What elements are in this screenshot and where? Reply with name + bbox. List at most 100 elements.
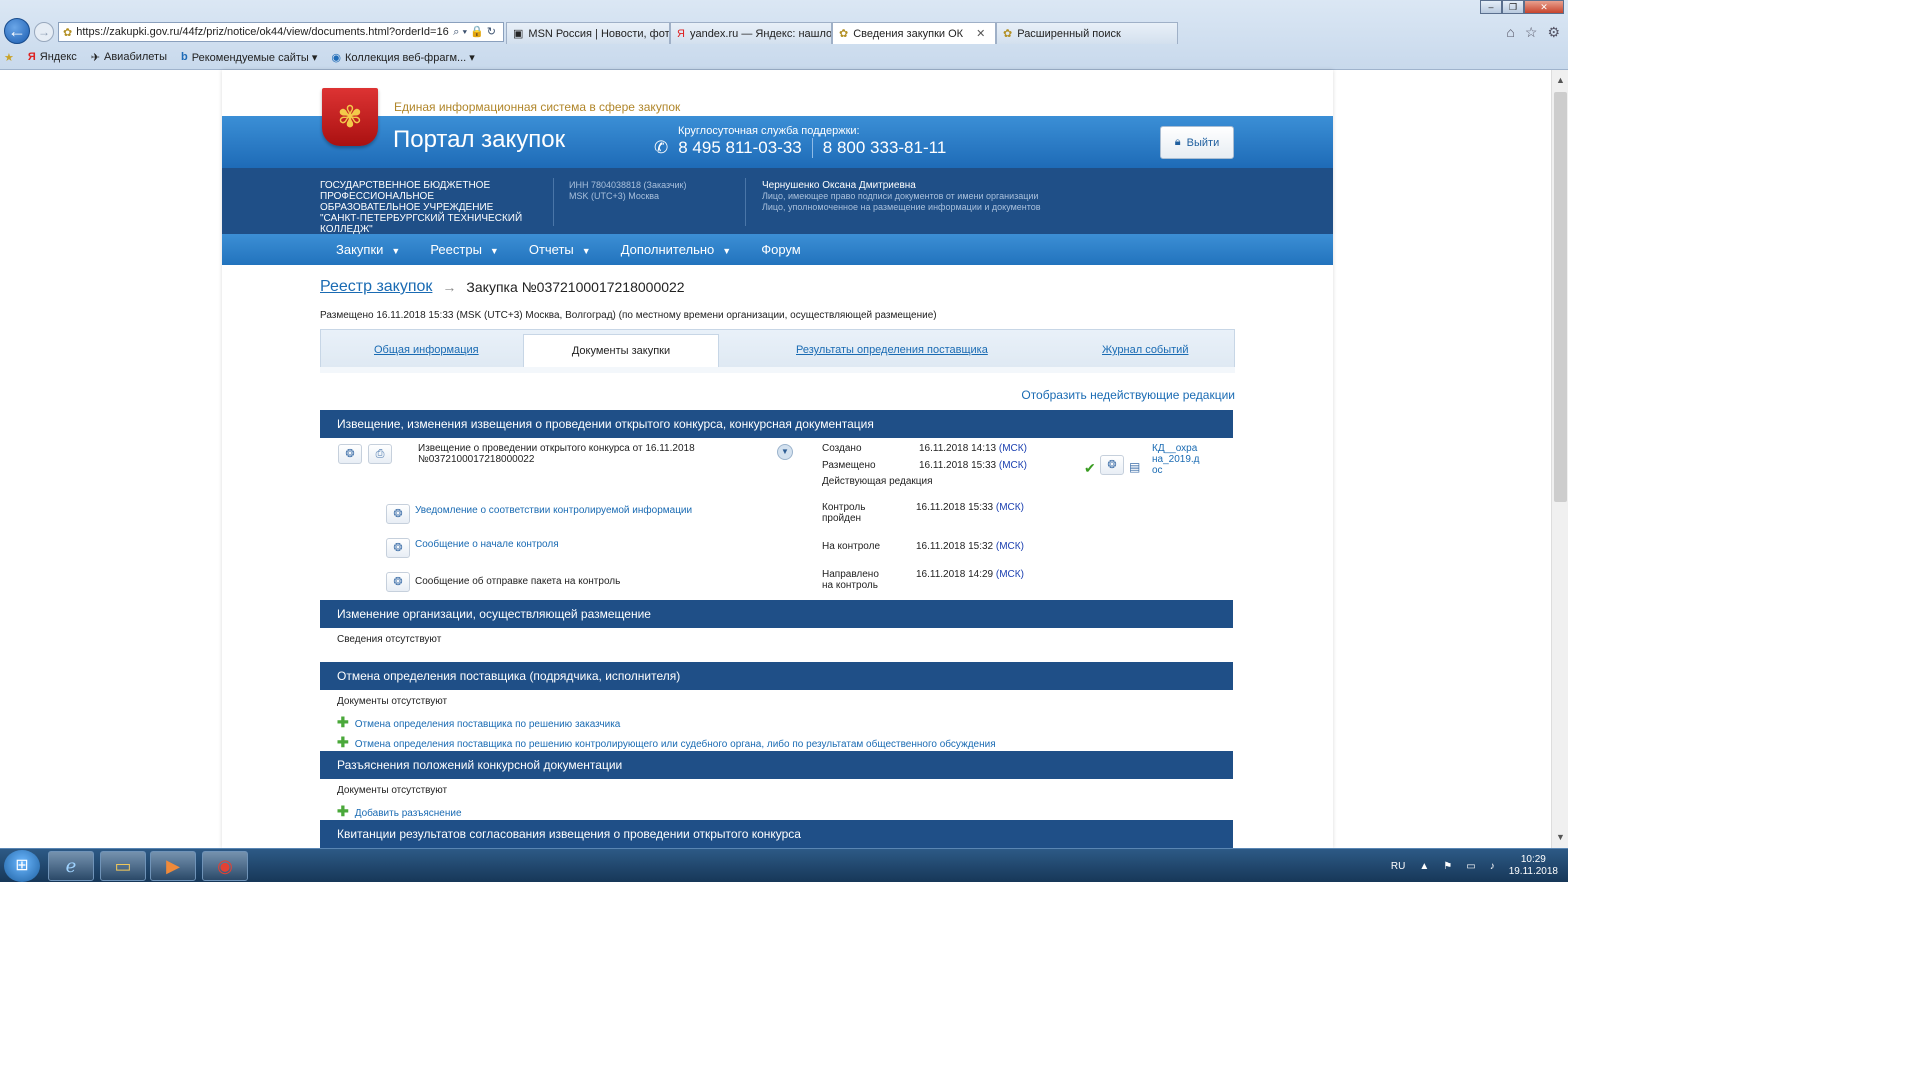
arrow-right-icon: → — [442, 279, 457, 295]
tz-msk: (МСК) — [998, 443, 1027, 454]
fav-yandex[interactable]: Я Яндекс — [28, 51, 77, 63]
link-label: Добавить разъяснение — [354, 808, 462, 819]
content-tabs: Общая информация Документы закупки Резул… — [320, 329, 1235, 369]
control-label-1: Контроль — [822, 502, 866, 513]
tab-title: MSN Россия | Новости, фото,... — [528, 27, 670, 40]
nav-forum[interactable]: Форум — [761, 242, 801, 257]
fav-recommended[interactable]: b Рекомендуемые сайты ▾ — [181, 51, 317, 64]
posted-info: Размещено 16.11.2018 15:33 (MSK (UTC+3) … — [320, 310, 937, 321]
tab-msn[interactable]: ▣ MSN Россия | Новости, фото,... — [506, 22, 670, 44]
nav-additional[interactable]: Дополнительно ▼ — [621, 242, 732, 257]
tab-yandex[interactable]: Яyandex.ru — Яндекс: нашлось... — [670, 22, 832, 44]
link-label: Отмена определения поставщика по решению… — [354, 719, 621, 730]
start-button[interactable]: ⊞ — [4, 850, 40, 882]
phones: ✆ 8 495 811-03-33 8 800 333-81-11 — [654, 138, 946, 158]
file-link[interactable]: КД__охра на_2019.д ос — [1152, 443, 1200, 476]
chrome-taskbar-icon[interactable]: ◉ — [202, 851, 248, 881]
control-label-1: Направлено — [822, 569, 879, 580]
maximize-button[interactable]: ❐ — [1502, 0, 1524, 14]
nav-label: Форум — [761, 242, 801, 257]
fav-avia[interactable]: ✈ Авиабилеты — [91, 51, 167, 64]
clock[interactable]: 10:29 19.11.2018 — [1509, 854, 1558, 878]
ie-taskbar-icon[interactable]: ℯ — [48, 851, 94, 881]
favorites-bar: ★ Я Яндекс ✈ Авиабилеты b Рекомендуемые сай… — [0, 46, 1568, 68]
tz-msk: (МСК) — [995, 541, 1024, 552]
taskbar: ⊞ ℯ ▭ ▶ ◉ RU ▲ ⚑ ▭ ♪ 10:29 19.11.2018 — [0, 848, 1568, 882]
window-controls: ‒ ❐ ✕ — [1480, 0, 1564, 14]
address-tools[interactable]: ⌕▾🔒↻ — [449, 25, 503, 39]
gear-icon[interactable]: ⚙ — [1547, 24, 1560, 41]
plane-icon: ✈ — [90, 51, 100, 64]
control-start-link[interactable]: Сообщение о начале контроля — [415, 539, 559, 550]
seal-icon[interactable]: ❂ — [1100, 455, 1124, 475]
control-doc-link[interactable]: Уведомление о соответствии контролируемо… — [415, 505, 692, 516]
forward-button[interactable]: → — [34, 22, 54, 42]
tray-arrow-icon[interactable]: ▲ — [1419, 861, 1429, 872]
user-name: Чернушенко Оксана Дмитриевна — [762, 180, 916, 191]
caret-down-icon: ▼ — [581, 246, 591, 256]
seal-icon[interactable]: ❂ — [386, 538, 410, 558]
language-indicator[interactable]: RU — [1391, 861, 1405, 872]
tab-results[interactable]: Результаты определения поставщика — [796, 344, 988, 356]
org-name: ГОСУДАРСТВЕННОЕ БЮДЖЕТНОЕ ПРОФЕССИОНАЛЬН… — [320, 180, 523, 235]
flag-icon[interactable]: ⚑ — [1443, 861, 1452, 872]
close-window-button[interactable]: ✕ — [1524, 0, 1564, 14]
main-nav: Закупки ▼ Реестры ▼ Отчеты ▼ Дополнительно ▼… — [222, 234, 1333, 265]
tab-search[interactable]: ✿ Расширенный поиск — [996, 22, 1178, 44]
favorites-star-add-icon[interactable]: ★ — [4, 51, 14, 64]
show-old-versions-link[interactable]: Отобразить недействующие редакции — [1021, 388, 1235, 402]
address-bar[interactable]: ✿ https://zakupki.gov.ru/44fz/priz/notic… — [58, 22, 504, 42]
seal-icon[interactable]: ❂ — [338, 444, 362, 464]
print-icon[interactable]: ⎙ — [368, 444, 392, 464]
minimize-button[interactable]: ‒ — [1480, 0, 1502, 14]
portal-title: Портал закупок — [393, 126, 566, 153]
back-button[interactable]: ← — [4, 18, 30, 44]
tab-journal[interactable]: Журнал событий — [1102, 344, 1188, 356]
nav-zakupki[interactable]: Закупки ▼ — [336, 242, 400, 257]
scroll-thumb[interactable] — [1554, 92, 1567, 502]
browser-chrome: ‒ ❐ ✕ ← → ✿ https://zakupki.gov.ru/44fz/… — [0, 0, 1568, 70]
seal-icon[interactable]: ❂ — [386, 572, 410, 592]
add-clarification-link[interactable]: ✚ Добавить разъяснение — [337, 803, 462, 820]
check-icon: ✔ — [1084, 460, 1096, 476]
expand-chevron-icon[interactable]: ▼ — [777, 444, 793, 460]
coat-of-arms-logo: ✾ — [322, 88, 378, 146]
tab-title: Расширенный поиск — [1017, 27, 1121, 40]
nav-reports[interactable]: Отчеты ▼ — [529, 242, 591, 257]
page-scrollbar[interactable]: ▲ ▼ — [1551, 70, 1568, 848]
explorer-taskbar-icon[interactable]: ▭ — [100, 851, 146, 881]
control-time: 16.11.2018 15:32 (МСК) — [916, 541, 1024, 552]
close-tab-icon[interactable]: ✕ — [976, 27, 985, 40]
tab-general[interactable]: Общая информация — [374, 344, 479, 356]
fav-label: Коллекция веб-фрагм... ▾ — [344, 51, 475, 64]
scroll-up-icon[interactable]: ▲ — [1552, 72, 1569, 89]
eis-subtitle: Единая информационная система в сфере за… — [394, 100, 681, 114]
favorites-star-icon[interactable]: ☆ — [1525, 24, 1538, 41]
volume-icon[interactable]: ♪ — [1490, 861, 1495, 872]
doc-file-icon[interactable]: ▤ — [1129, 460, 1140, 474]
caret-down-icon: ▼ — [722, 246, 732, 256]
tab-documents[interactable]: Документы закупки — [523, 334, 719, 369]
caret-down-icon: ▼ — [391, 246, 401, 256]
media-player-taskbar-icon[interactable]: ▶ — [150, 851, 196, 881]
breadcrumb-current: Закупка №0372100017218000022 — [466, 279, 685, 295]
breadcrumb-registry-link[interactable]: Реестр закупок — [320, 278, 432, 296]
control-status: Контроль пройден — [822, 502, 865, 524]
section-cancel-header: Отмена определения поставщика (подрядчик… — [320, 662, 1233, 690]
nav-label: Закупки — [336, 242, 384, 257]
logout-button[interactable]: 🔒︎ Выйти — [1160, 126, 1234, 159]
content-wrapper: Единая информационная система в сфере за… — [222, 70, 1333, 848]
cancel-control-link[interactable]: ✚ Отмена определения поставщика по решени… — [337, 734, 996, 751]
scroll-down-icon[interactable]: ▼ — [1552, 829, 1569, 846]
fav-webslices[interactable]: ◉ Коллекция веб-фрагм... ▾ — [331, 51, 474, 64]
tz-msk: (МСК) — [995, 502, 1024, 513]
seal-icon[interactable]: ❂ — [386, 504, 410, 524]
msn-icon: ▣ — [513, 28, 524, 40]
nav-registries[interactable]: Реестры ▼ — [430, 242, 499, 257]
notice-title-1: Извещение о проведении открытого конкурс… — [418, 443, 695, 454]
cancel-customer-link[interactable]: ✚ Отмена определения поставщика по решени… — [337, 714, 620, 731]
clock-time: 10:29 — [1520, 854, 1546, 865]
home-icon[interactable]: ⌂ — [1506, 24, 1514, 41]
network-icon[interactable]: ▭ — [1466, 861, 1475, 872]
tab-zakupki[interactable]: ✿ Сведения закупки ОК ✕ — [832, 22, 996, 44]
